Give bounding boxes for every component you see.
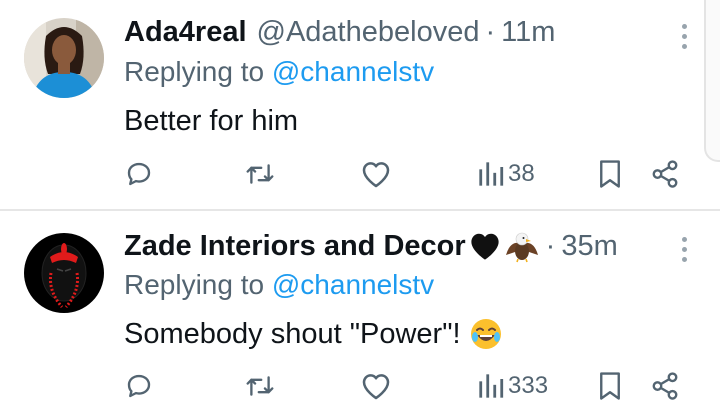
reply-button[interactable] <box>124 366 154 406</box>
heart-icon <box>362 374 390 400</box>
replying-prefix: Replying to <box>124 56 265 87</box>
views-icon <box>479 374 504 398</box>
eagle-icon <box>504 229 540 263</box>
views-icon <box>479 162 504 186</box>
views-button[interactable]: 333 <box>478 366 548 406</box>
views-button[interactable]: 38 <box>478 154 535 194</box>
retweet-button[interactable] <box>244 366 276 406</box>
user-handle[interactable]: @Adathebeloved <box>257 16 480 49</box>
tweet-header: Zade Interiors and Decor · 35m <box>124 226 618 266</box>
tweet-text: Somebody shout "Power"! <box>124 314 503 354</box>
separator: · <box>545 229 556 262</box>
display-name[interactable]: Zade Interiors and Decor <box>124 230 466 263</box>
retweet-button[interactable] <box>244 154 276 194</box>
like-button[interactable] <box>360 154 392 194</box>
views-count: 333 <box>508 372 549 399</box>
retweet-icon <box>246 376 274 396</box>
avatar[interactable] <box>24 18 104 98</box>
timestamp[interactable]: 11m <box>501 16 555 49</box>
timestamp[interactable]: 35m <box>561 230 617 263</box>
black-heart-icon <box>468 231 502 261</box>
bookmark-button[interactable] <box>597 154 623 194</box>
bookmark-icon <box>600 160 620 188</box>
action-bar: 38 <box>0 154 720 194</box>
mention-link[interactable]: @channelstv <box>272 56 434 87</box>
reply-icon <box>127 374 151 398</box>
replying-to: Replying to @channelstv <box>124 56 434 92</box>
heart-icon <box>362 162 390 188</box>
mention-link[interactable]: @channelstv <box>272 269 434 300</box>
bookmark-icon <box>600 372 620 400</box>
tweet[interactable]: Ada4real @Adathebeloved · 11m Replying t… <box>0 0 720 210</box>
tweet-text: Better for him <box>124 101 298 141</box>
action-bar: 333 <box>0 366 720 406</box>
share-icon <box>652 160 678 188</box>
replying-to: Replying to @channelstv <box>124 269 434 305</box>
reply-button[interactable] <box>124 154 154 194</box>
tweet-text-content: Better for him <box>124 104 299 137</box>
reply-icon <box>127 162 151 186</box>
tweet[interactable]: Zade Interiors and Decor · 35m Replying … <box>0 211 720 409</box>
tweet-text-content: Somebody shout "Power"! <box>124 317 461 350</box>
views-count: 38 <box>508 160 535 187</box>
share-button[interactable] <box>650 154 680 194</box>
avatar[interactable] <box>24 233 104 313</box>
separator: · <box>485 15 496 48</box>
bookmark-button[interactable] <box>597 366 623 406</box>
share-button[interactable] <box>650 366 680 406</box>
replying-prefix: Replying to <box>124 269 265 300</box>
display-name[interactable]: Ada4real <box>124 16 247 49</box>
like-button[interactable] <box>360 366 392 406</box>
share-icon <box>652 372 678 400</box>
laughing-emoji-icon <box>469 317 503 351</box>
tweet-header: Ada4real @Adathebeloved · 11m <box>124 12 555 52</box>
more-vertical-icon[interactable] <box>682 24 688 49</box>
more-vertical-icon[interactable] <box>682 237 688 262</box>
retweet-icon <box>246 164 274 184</box>
